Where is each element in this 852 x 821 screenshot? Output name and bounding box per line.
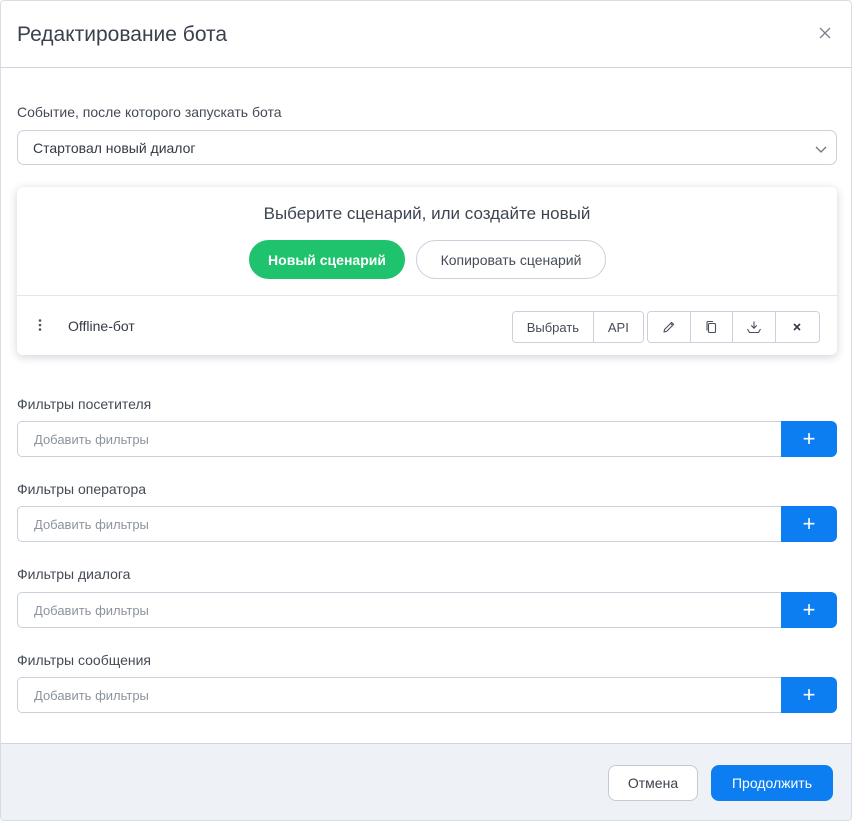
copy-scenario-button[interactable]: Копировать сценарий [416, 240, 606, 279]
visitor-filters-label: Фильтры посетителя [17, 396, 152, 412]
scenario-card: Выберите сценарий, или создайте новый Но… [17, 187, 837, 355]
edit-scenario-button[interactable] [648, 312, 691, 342]
scenario-select-group: Выбрать API [512, 311, 644, 343]
edit-bot-modal: Редактирование бота Событие, после котор… [0, 0, 852, 821]
export-scenario-button[interactable] [733, 312, 776, 342]
add-operator-filter-button[interactable]: + [781, 506, 837, 542]
close-button[interactable] [813, 21, 837, 45]
close-icon [819, 27, 831, 39]
chevron-down-icon [815, 146, 827, 153]
scenario-name: Offline-бот [68, 318, 135, 334]
event-label: Событие, после которого запускать бота [17, 104, 282, 120]
modal-footer: Отмена Продолжить [1, 743, 851, 820]
add-dialog-filter-button[interactable]: + [781, 592, 837, 628]
dialog-filters-input[interactable] [17, 592, 783, 628]
delete-scenario-button[interactable] [775, 312, 819, 342]
dialog-filters-label: Фильтры диалога [17, 566, 131, 582]
message-filters-input[interactable] [17, 677, 783, 713]
pencil-icon [663, 321, 674, 333]
operator-filters-row: + [17, 506, 837, 542]
api-button[interactable]: API [593, 312, 643, 342]
modal-title: Редактирование бота [17, 23, 228, 46]
message-filters-label: Фильтры сообщения [17, 652, 152, 668]
operator-filters-input[interactable] [17, 506, 783, 542]
select-scenario-button[interactable]: Выбрать [513, 312, 594, 342]
event-select[interactable]: Стартовал новый диалог [17, 130, 837, 165]
continue-button[interactable]: Продолжить [711, 765, 833, 801]
duplicate-scenario-button[interactable] [690, 312, 733, 342]
download-tray-icon [746, 321, 761, 334]
new-scenario-button[interactable]: Новый сценарий [249, 240, 405, 279]
scenario-heading: Выберите сценарий, или создайте новый [263, 204, 591, 223]
message-filters-row: + [17, 677, 837, 713]
vertical-dots-icon[interactable] [35, 318, 45, 332]
add-visitor-filter-button[interactable]: + [781, 421, 837, 457]
modal-header: Редактирование бота [1, 1, 851, 68]
scenario-actions-group [647, 311, 820, 343]
event-select-value: Стартовал новый диалог [33, 140, 196, 156]
close-icon [793, 323, 801, 331]
cancel-button[interactable]: Отмена [608, 765, 698, 801]
divider [17, 295, 837, 296]
visitor-filters-row: + [17, 421, 837, 457]
visitor-filters-input[interactable] [17, 421, 783, 457]
copy-icon [706, 320, 717, 334]
dialog-filters-row: + [17, 592, 837, 628]
operator-filters-label: Фильтры оператора [17, 481, 147, 497]
add-message-filter-button[interactable]: + [781, 677, 837, 713]
